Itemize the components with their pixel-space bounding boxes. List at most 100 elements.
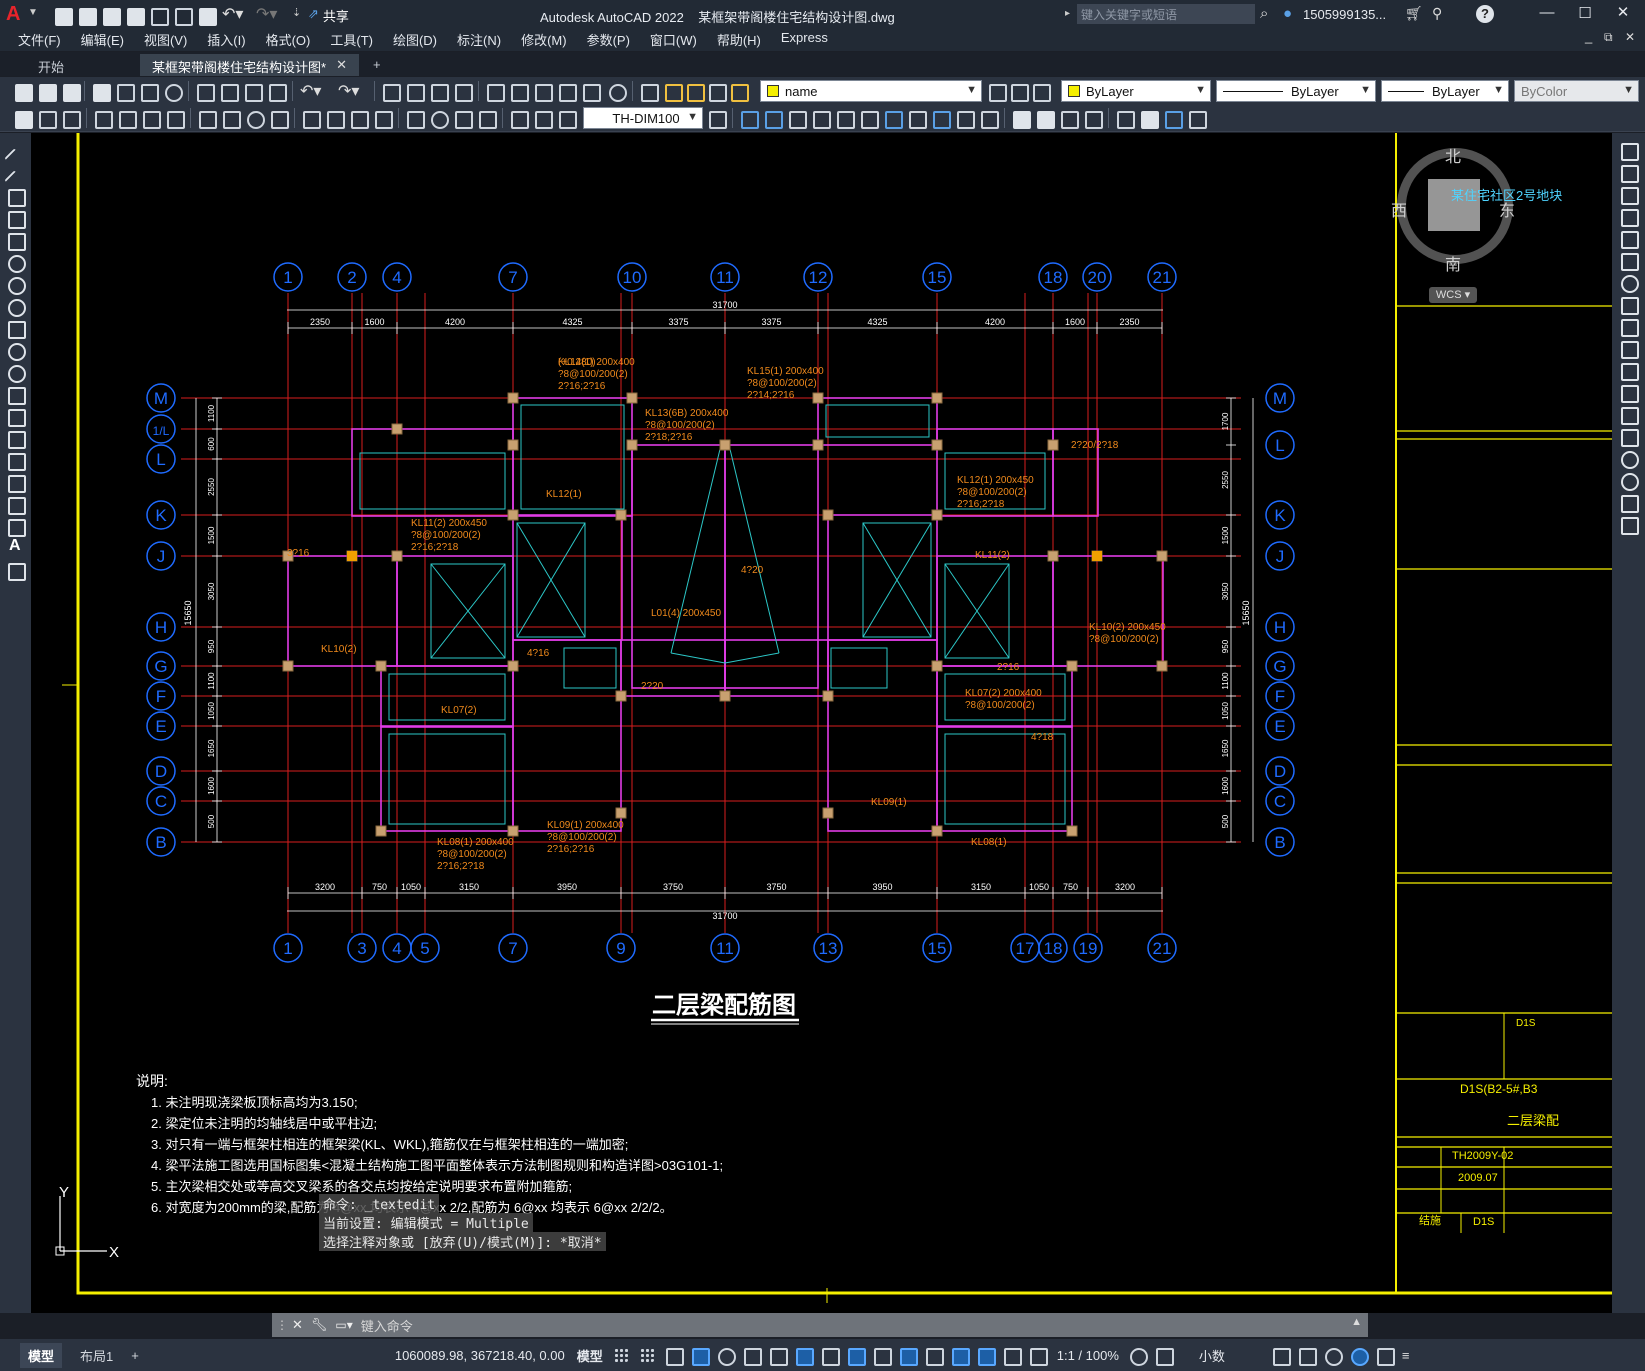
command-line[interactable]: ⋮ ✕ 🔧︎ ▭▾ 键入命令 ▲ bbox=[272, 1313, 1368, 1337]
zoom-window-icon[interactable] bbox=[428, 81, 449, 102]
workspace-gear-icon[interactable] bbox=[1128, 1346, 1148, 1366]
calc-icon[interactable] bbox=[580, 81, 601, 102]
erase-icon[interactable] bbox=[1619, 141, 1639, 161]
table-icon[interactable] bbox=[6, 517, 26, 537]
menu-item[interactable]: 编辑(E) bbox=[71, 30, 134, 49]
layer-properties-icon[interactable] bbox=[638, 81, 659, 102]
layer-on-icon[interactable] bbox=[662, 81, 683, 102]
dim-update-icon[interactable] bbox=[556, 108, 577, 129]
doc-close-button[interactable]: ✕ bbox=[1625, 30, 1635, 44]
modify-stretch-icon[interactable] bbox=[906, 108, 927, 129]
annotation-visibility-icon[interactable] bbox=[976, 1346, 996, 1366]
selection-filter-icon[interactable] bbox=[924, 1346, 944, 1366]
qnew-icon[interactable] bbox=[12, 81, 33, 102]
dim-edit-icon[interactable] bbox=[508, 108, 529, 129]
annotation-scale-icon[interactable] bbox=[1028, 1346, 1048, 1366]
draworder-back-icon[interactable] bbox=[1034, 108, 1055, 129]
draworder-front-icon[interactable] bbox=[1010, 108, 1031, 129]
search-chevron-icon[interactable]: ▸ bbox=[1065, 8, 1070, 19]
annotation-monitor-icon[interactable] bbox=[1154, 1346, 1174, 1366]
scale-icon[interactable] bbox=[1619, 295, 1639, 315]
command-prompt-icon[interactable]: ▭▾ bbox=[335, 1318, 352, 1332]
match-prop-icon[interactable] bbox=[266, 81, 287, 102]
mtext-icon[interactable] bbox=[36, 108, 57, 129]
annotation-scale-value[interactable]: 1:1 / 100% bbox=[1051, 1348, 1125, 1363]
object-snap-tracking-icon[interactable] bbox=[768, 1346, 788, 1366]
menu-item[interactable]: 格式(O) bbox=[256, 30, 321, 49]
add-selected-icon[interactable] bbox=[6, 561, 26, 581]
tab-start[interactable]: 开始 bbox=[26, 54, 138, 76]
tab-close-icon[interactable]: ✕ bbox=[336, 57, 347, 76]
ortho-icon[interactable] bbox=[664, 1346, 684, 1366]
polygon-icon[interactable] bbox=[6, 209, 26, 229]
zoom-realtime-icon[interactable] bbox=[404, 81, 425, 102]
menu-item[interactable]: 绘图(D) bbox=[383, 30, 447, 49]
layer-previous-icon[interactable] bbox=[1008, 81, 1029, 102]
draworder-below-icon[interactable] bbox=[1082, 108, 1103, 129]
isodraft-icon[interactable] bbox=[742, 1346, 762, 1366]
web-icon[interactable] bbox=[162, 81, 183, 102]
revcloud-icon[interactable] bbox=[6, 297, 26, 317]
trim-icon[interactable] bbox=[1619, 339, 1639, 359]
group-select-icon[interactable] bbox=[1186, 108, 1207, 129]
modify-trim-icon[interactable] bbox=[930, 108, 951, 129]
line-icon[interactable] bbox=[6, 143, 24, 161]
extend-icon[interactable] bbox=[1619, 361, 1639, 381]
polar-icon[interactable] bbox=[716, 1346, 736, 1366]
dimstyle-dropdown[interactable]: TH-DIM100 ▼ bbox=[583, 107, 703, 129]
web-save-icon[interactable] bbox=[172, 5, 193, 26]
lineweight-dropdown[interactable]: ByLayer ▼ bbox=[1381, 80, 1509, 102]
insert-block-icon[interactable] bbox=[6, 385, 26, 405]
cut-icon[interactable] bbox=[194, 81, 215, 102]
center-mark-icon[interactable] bbox=[428, 108, 449, 129]
menu-item[interactable]: 帮助(H) bbox=[707, 30, 771, 49]
add-layout-button[interactable]: + bbox=[131, 1348, 139, 1363]
lock-ui-icon[interactable] bbox=[1297, 1346, 1317, 1366]
help-tb-icon[interactable] bbox=[606, 81, 627, 102]
maximize-button[interactable]: ☐ bbox=[1568, 4, 1602, 22]
dynamic-ucs-icon[interactable] bbox=[898, 1346, 918, 1366]
break-at-point-icon[interactable] bbox=[1619, 383, 1639, 403]
dim-radius-icon[interactable] bbox=[196, 108, 217, 129]
inspect-icon[interactable] bbox=[452, 108, 473, 129]
offset-icon[interactable] bbox=[1619, 207, 1639, 227]
connect-icon[interactable]: ⚲ bbox=[1432, 5, 1442, 22]
tolerance-icon[interactable] bbox=[404, 108, 425, 129]
copy-icon[interactable] bbox=[218, 81, 239, 102]
minimize-button[interactable]: — bbox=[1530, 4, 1564, 21]
layer-state-icon[interactable] bbox=[1030, 81, 1051, 102]
polyline-icon[interactable] bbox=[6, 187, 26, 207]
text-style-icon[interactable] bbox=[12, 108, 33, 129]
gizmo-icon[interactable] bbox=[950, 1346, 970, 1366]
draworder-above-icon[interactable] bbox=[1058, 108, 1079, 129]
hardware-acceleration-icon[interactable] bbox=[1349, 1346, 1369, 1366]
explode-icon[interactable] bbox=[1619, 515, 1639, 535]
sheetset-icon[interactable] bbox=[556, 81, 577, 102]
customize-qat-icon[interactable]: ⇣ bbox=[292, 6, 301, 19]
doc-minimize-button[interactable]: _ bbox=[1585, 29, 1592, 44]
linetype-dropdown[interactable]: ByLayer ▼ bbox=[1216, 80, 1376, 102]
construction-line-icon[interactable] bbox=[6, 165, 24, 183]
command-close-icon[interactable]: ✕ bbox=[292, 1317, 303, 1333]
dim-text-edit-icon[interactable] bbox=[532, 108, 553, 129]
group-edit-icon[interactable] bbox=[1162, 108, 1183, 129]
menu-item[interactable]: 修改(M) bbox=[511, 30, 577, 49]
new-tab-button[interactable]: + bbox=[361, 54, 393, 76]
undo-icon[interactable]: ↶▾ bbox=[222, 4, 243, 24]
search-icon[interactable]: ⌕ bbox=[1260, 5, 1268, 22]
ellipse-arc-icon[interactable] bbox=[6, 363, 26, 383]
dim-override-icon[interactable] bbox=[706, 108, 727, 129]
break-icon[interactable] bbox=[1619, 405, 1639, 425]
rectangle-icon[interactable] bbox=[6, 231, 26, 251]
hatch-icon[interactable] bbox=[6, 451, 26, 471]
zoom-previous-icon[interactable] bbox=[452, 81, 473, 102]
coordinates[interactable]: 1060089.98, 367218.40, 0.00 bbox=[389, 1348, 571, 1363]
app-logo[interactable]: A bbox=[6, 3, 28, 25]
selection-cycling-icon[interactable] bbox=[872, 1346, 892, 1366]
command-input[interactable]: 键入命令 bbox=[361, 1316, 413, 1335]
user-icon[interactable]: ● bbox=[1283, 5, 1292, 22]
stretch-icon[interactable] bbox=[1619, 317, 1639, 337]
copy-object-icon[interactable] bbox=[1619, 163, 1639, 183]
pan-icon[interactable] bbox=[380, 81, 401, 102]
move-icon[interactable] bbox=[1619, 251, 1639, 271]
